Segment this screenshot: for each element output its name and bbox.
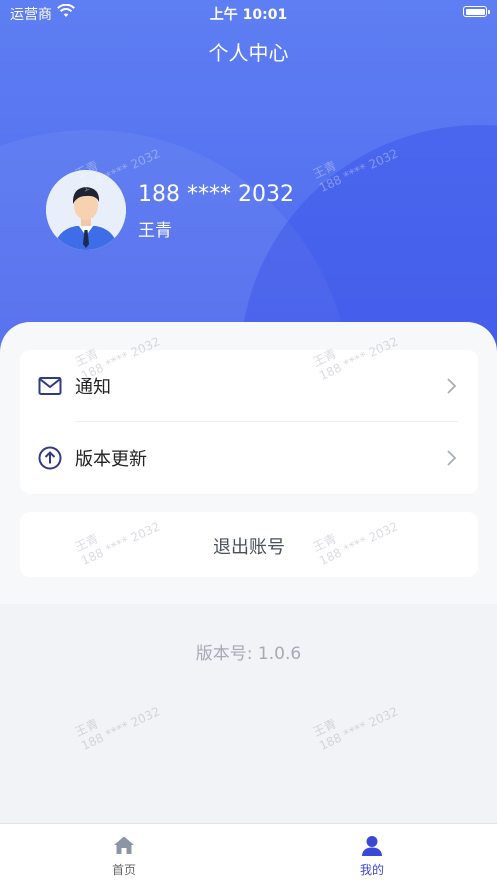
user-icon (362, 836, 382, 856)
battery-icon (463, 6, 490, 17)
user-phone: 188 **** 2032 (138, 182, 294, 207)
tab-home-label: 首页 (111, 863, 136, 877)
upload-arrow-icon (38, 446, 62, 470)
clock: 上午 10:01 (209, 7, 288, 23)
logout-button[interactable]: 退出账号 (20, 512, 478, 577)
user-avatar-illustration (46, 170, 126, 250)
menu-item-version-update[interactable]: 版本更新 (20, 422, 478, 494)
tab-mine[interactable]: 我的 (248, 824, 496, 884)
tab-bar: 首页 我的 (0, 823, 497, 884)
status-bar: 运营商 上午 10:01 (0, 0, 497, 26)
user-name: 王青 (138, 221, 172, 241)
tab-mine-label: 我的 (359, 863, 384, 877)
home-icon (114, 836, 134, 854)
tab-home[interactable]: 首页 (0, 824, 248, 884)
chevron-right-icon (447, 450, 457, 466)
watermark: 王青 188 **** 2032 (310, 704, 401, 753)
watermark: 王青 188 **** 2032 (72, 704, 163, 753)
version-label: 版本号: 1.0.6 (195, 644, 302, 664)
avatar[interactable] (46, 170, 126, 250)
logout-label: 退出账号 (213, 537, 285, 558)
mail-icon (38, 377, 62, 395)
menu-card: 通知 版本更新 (20, 350, 478, 494)
menu-item-label: 版本更新 (75, 449, 147, 470)
menu-item-notifications[interactable]: 通知 (20, 350, 478, 422)
chevron-right-icon (447, 378, 457, 394)
page-title: 个人中心 (208, 41, 289, 65)
menu-item-label: 通知 (75, 377, 111, 398)
